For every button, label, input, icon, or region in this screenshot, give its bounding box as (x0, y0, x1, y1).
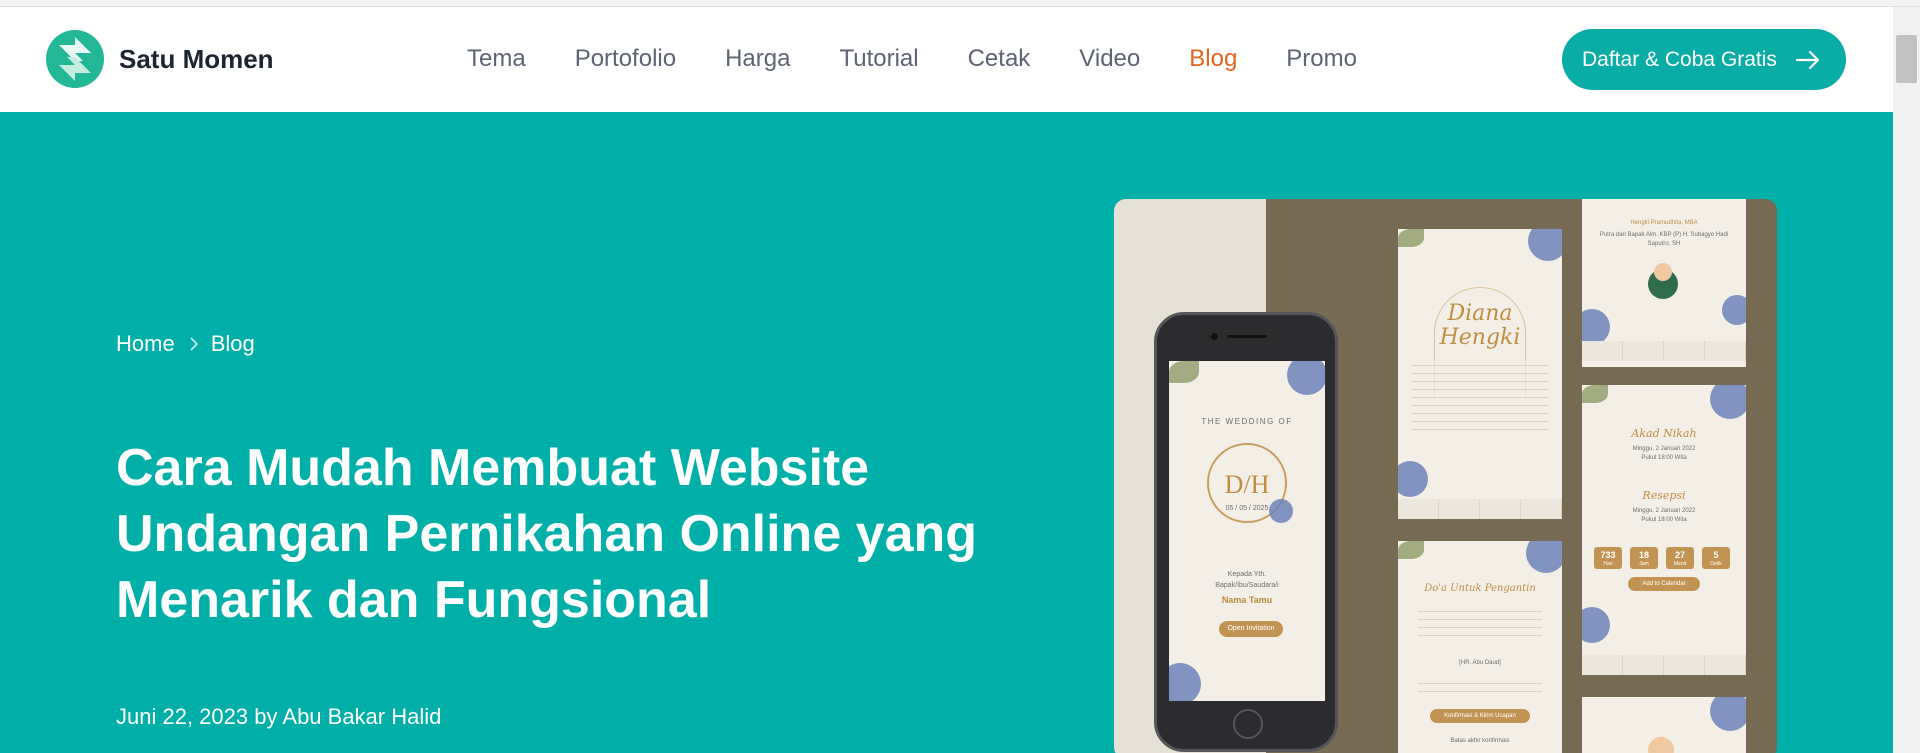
countdown-hours: 18 Jam (1630, 547, 1658, 569)
flower-decoration (1169, 663, 1201, 701)
resepsi-date: Minggu, 2 Januari 2022 (1632, 508, 1696, 514)
countdown-hours-unit: Jam (1639, 561, 1649, 567)
menu-item-harga[interactable]: Harga (725, 44, 790, 74)
breadcrumb: Home Blog (116, 331, 255, 357)
avatar-face (1654, 263, 1672, 281)
prayer-text-block (1418, 607, 1542, 637)
breadcrumb-home[interactable]: Home (116, 331, 175, 357)
menu-item-tema[interactable]: Tema (467, 44, 526, 74)
flower-decoration (1582, 309, 1610, 345)
confirm-text-block (1418, 679, 1542, 695)
event-card: Akad Nikah Minggu, 2 Januari 2022 Pukul … (1582, 385, 1746, 675)
page: Satu Momen Tema Portofolio Harga Tutoria… (0, 0, 1920, 753)
countdown-seconds-value: 5 (1713, 550, 1719, 560)
countdown-seconds: 5 Detik (1702, 547, 1730, 569)
flower-decoration (1710, 385, 1746, 419)
countdown-days-unit: Hari (1603, 561, 1613, 567)
register-button-label: Daftar & Coba Gratis (1582, 47, 1777, 71)
prayer-source: [HR. Abu Daud] (1459, 660, 1501, 666)
groom-parents: Putra dari Bapak Alm. KBP (P) H. Subagyo… (1599, 232, 1729, 247)
countdown-minutes-value: 27 (1674, 550, 1685, 560)
flower-decoration (1526, 541, 1562, 573)
main-menu: Tema Portofolio Harga Tutorial Cetak Vid… (467, 44, 1406, 74)
menu-item-promo[interactable]: Promo (1286, 44, 1357, 74)
couple-card: Diana Hengki (1398, 229, 1562, 519)
chevron-right-icon (189, 336, 199, 352)
countdown-days: 733 Hari (1594, 547, 1622, 569)
wedding-heading: THE WEDDING OF (1201, 417, 1293, 426)
confirm-send-button: Konfirmasi & Kirim Ucapan (1430, 709, 1530, 723)
parents-card: Hengki Pramudhita, MBA Putra dari Bapak … (1582, 199, 1746, 367)
bride-card (1582, 697, 1746, 753)
prayer-title: Do'a Untuk Pengantin (1424, 583, 1536, 594)
menu-item-tutorial[interactable]: Tutorial (839, 44, 918, 74)
flower-decoration (1722, 295, 1746, 325)
confirm-deadline: Batas akhir konfirmasi (1450, 738, 1510, 744)
phone-screen: THE WEDDING OF D/H 05 / 05 / 2025 Kepada… (1169, 361, 1325, 701)
flower-decoration (1582, 607, 1610, 643)
countdown-hours-value: 18 (1638, 550, 1649, 560)
card-nav-bar (1582, 655, 1746, 675)
couple-name-1: Diana (1447, 301, 1513, 326)
page-scrollbar[interactable] (1893, 7, 1920, 753)
site-header: Satu Momen Tema Portofolio Harga Tutoria… (0, 7, 1893, 112)
phone-speaker (1227, 335, 1267, 338)
brand-name: Satu Momen (119, 43, 274, 74)
open-invitation-button: Open Invitation (1219, 621, 1283, 637)
phone-camera (1211, 333, 1218, 340)
article-by: by (254, 704, 278, 729)
phone-home-button (1233, 709, 1263, 739)
prayer-card: Do'a Untuk Pengantin [HR. Abu Daud] Konf… (1398, 541, 1562, 753)
add-to-calendar-button: Add to Calendar (1628, 577, 1700, 591)
logo-icon (46, 30, 104, 88)
menu-item-video[interactable]: Video (1079, 44, 1140, 74)
guest-name: Nama Tamu (1221, 595, 1273, 605)
countdown-minutes: 27 Menit (1666, 547, 1694, 569)
scrollbar-thumb[interactable] (1896, 35, 1917, 83)
menu-item-portofolio[interactable]: Portofolio (575, 44, 676, 74)
resepsi-title: Resepsi (1642, 489, 1686, 502)
addressee-line-2: Bapak/Ibu/Saudara/i (1215, 582, 1279, 589)
flower-decoration (1528, 229, 1562, 261)
flower-decoration (1710, 697, 1746, 731)
article-meta: Juni 22, 2023 by Abu Bakar Halid (116, 704, 441, 730)
browser-top-edge (0, 0, 1920, 7)
featured-image: THE WEDDING OF D/H 05 / 05 / 2025 Kepada… (1114, 199, 1777, 753)
leaf-decoration (1582, 385, 1608, 403)
phone-mockup: THE WEDDING OF D/H 05 / 05 / 2025 Kepada… (1154, 312, 1338, 752)
leaf-decoration (1398, 229, 1424, 247)
addressee-line-1: Kepada Yth. (1227, 571, 1267, 578)
monogram-date: 05 / 05 / 2025 (1225, 505, 1269, 512)
hero-section: Home Blog Cara Mudah Membuat Website Und… (0, 112, 1893, 753)
menu-item-cetak[interactable]: Cetak (968, 44, 1031, 74)
resepsi-time: Pukul 18:00 Wita (1641, 517, 1687, 523)
leaf-decoration (1398, 541, 1424, 559)
akad-time: Pukul 18:00 Wita (1641, 455, 1687, 461)
verse-text-block (1412, 361, 1548, 433)
bride-avatar (1648, 737, 1674, 753)
monogram-initials: D/H (1224, 470, 1270, 499)
couple-name-2: Hengki (1439, 325, 1521, 350)
countdown-days-value: 733 (1600, 550, 1616, 560)
akad-title: Akad Nikah (1631, 427, 1697, 440)
card-nav-bar (1582, 341, 1746, 361)
breadcrumb-blog[interactable]: Blog (211, 331, 255, 357)
article-title: Cara Mudah Membuat Website Undangan Pern… (116, 439, 978, 629)
card-nav-bar (1398, 499, 1562, 519)
register-button[interactable]: Daftar & Coba Gratis (1562, 29, 1846, 90)
groom-name: Hengki Pramudhita, MBA (1630, 220, 1698, 226)
flower-decoration (1398, 461, 1428, 497)
countdown-seconds-unit: Detik (1710, 561, 1722, 567)
flower-decoration (1287, 361, 1325, 395)
logo-link[interactable]: Satu Momen (46, 30, 274, 88)
article-author[interactable]: Abu Bakar Halid (282, 704, 441, 729)
arrow-right-icon (1795, 50, 1821, 70)
countdown-minutes-unit: Menit (1673, 561, 1687, 567)
akad-date: Minggu, 2 Januari 2022 (1632, 446, 1696, 452)
article-date: Juni 22, 2023 (116, 704, 249, 729)
leaf-decoration (1169, 361, 1199, 383)
menu-item-blog[interactable]: Blog (1189, 44, 1237, 74)
